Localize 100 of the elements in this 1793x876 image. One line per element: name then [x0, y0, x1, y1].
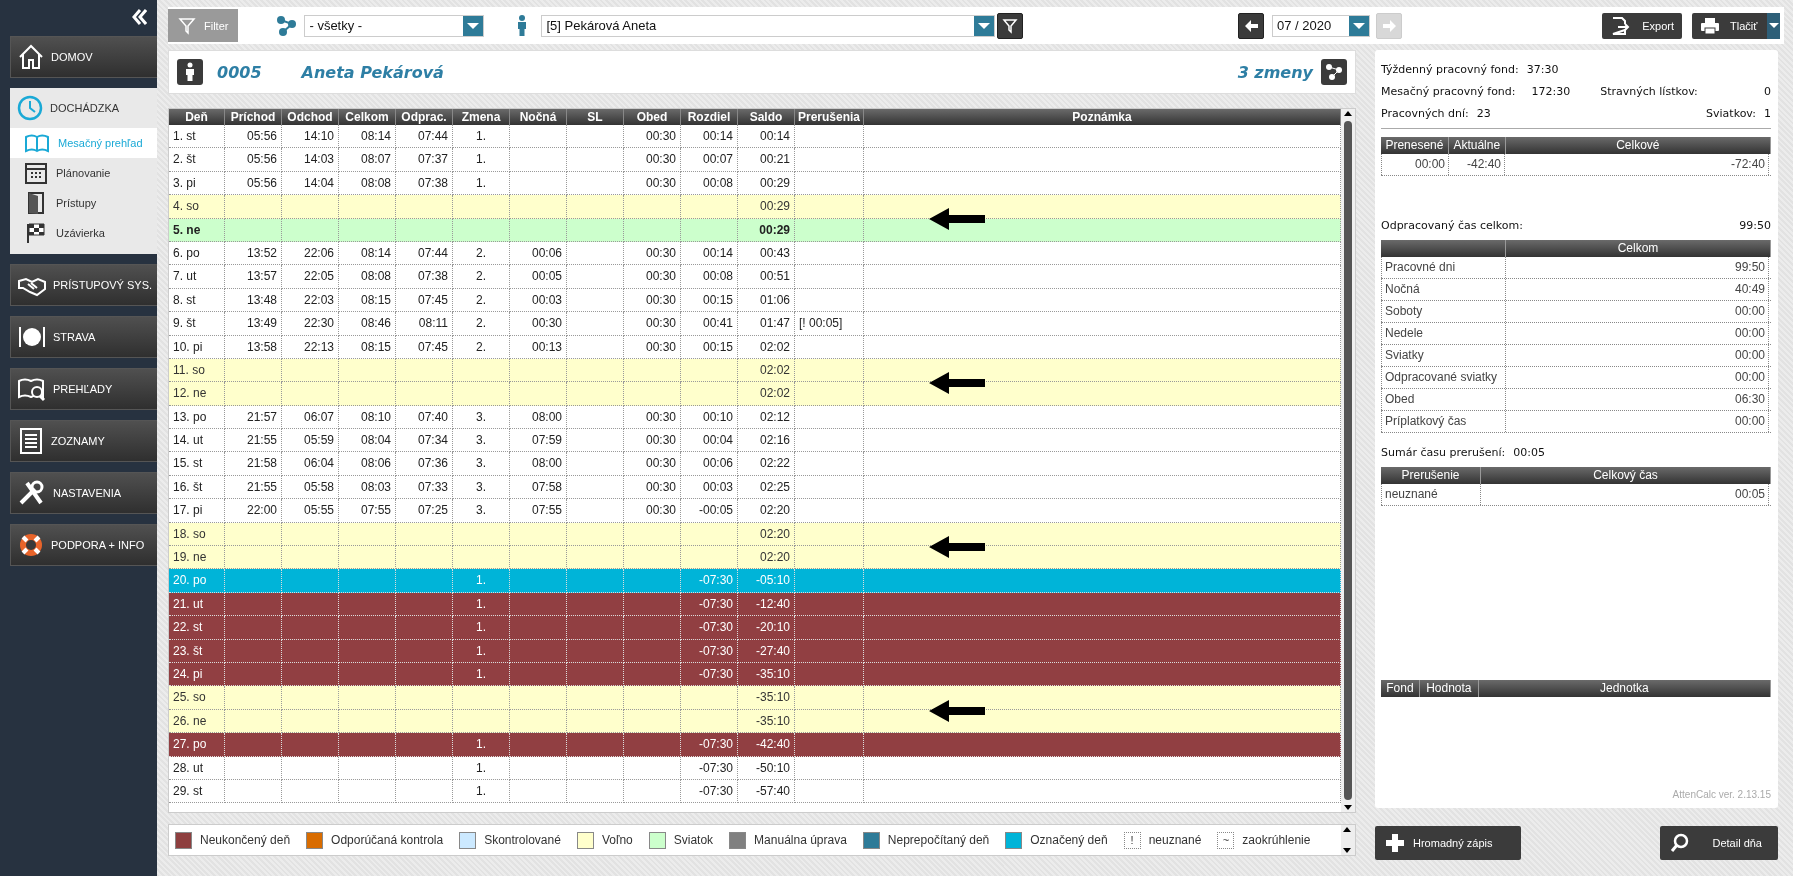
- table-cell: 00:30: [645, 456, 676, 471]
- nav-item[interactable]: PRÍSTUPOVÝ SYS.: [10, 264, 157, 306]
- nav-subitem[interactable]: Uzávierka: [10, 218, 157, 248]
- table-cell: Obed: [1385, 392, 1415, 406]
- table-cell: 15. st: [173, 456, 203, 471]
- filter-button[interactable]: [997, 12, 1024, 39]
- table-cell: 22:00: [246, 503, 277, 518]
- shifts-button[interactable]: [1321, 59, 1347, 85]
- table-row[interactable]: 16. št 21:55 05:58 08:03 07:33 3. 07:58 00:30 00:03 02:25: [169, 475, 1341, 500]
- day-detail-button[interactable]: Detail dňa: [1660, 826, 1778, 860]
- legend-label: Manuálna úprava: [754, 833, 847, 847]
- table-cell: 28. ut: [173, 760, 204, 775]
- table-row[interactable]: 14. ut 21:55 05:59 08:04 07:34 3. 07:59 00:30 00:04 02:16: [169, 429, 1341, 453]
- table-cell: Sviatky: [1385, 348, 1424, 362]
- table-row[interactable]: 8. st 13:48 22:03 08:15 07:45 2. 00:03 00:30 00:15 01:06: [169, 288, 1341, 313]
- table-cell: 08:07: [360, 152, 391, 167]
- table-cell: 00:30: [645, 433, 676, 448]
- table-cell: 02:20: [759, 526, 790, 541]
- table-cell: 17. pi: [173, 503, 203, 518]
- table-row[interactable]: 11. so 02:02: [169, 358, 1341, 383]
- previous-month-button[interactable]: [1238, 12, 1264, 39]
- nav-item[interactable]: DOCHÁDZKA: [10, 88, 157, 128]
- table-row[interactable]: 28. ut 1. -07:30 -50:10: [169, 756, 1341, 780]
- network-icon: [276, 14, 299, 37]
- table-cell: 1.: [476, 129, 486, 143]
- stat-label: Odpracovaný čas celkom:: [1381, 218, 1523, 232]
- table-cell: 13:58: [246, 339, 277, 354]
- nav-item[interactable]: DOMOV: [10, 36, 157, 78]
- caret-icon: [978, 22, 991, 29]
- table-row[interactable]: 22. st 1. -07:30 -20:10: [169, 616, 1341, 640]
- table-row[interactable]: 18. so 02:20: [169, 522, 1341, 547]
- export-icon: [1610, 15, 1630, 36]
- employee-name: Aneta Pekárová: [301, 62, 444, 82]
- table-cell: 00:00: [1734, 304, 1765, 318]
- table-row[interactable]: 19. ne 02:20: [169, 546, 1341, 570]
- legend-label: Skontrolované: [484, 833, 561, 847]
- table-row[interactable]: 12. ne 02:02: [169, 382, 1341, 406]
- table-cell: 2.: [476, 269, 486, 284]
- employee-select[interactable]: [5] Pekárová Aneta: [541, 14, 996, 37]
- nav-item[interactable]: STRAVA: [10, 316, 157, 358]
- table-cell: 02:20: [759, 503, 790, 518]
- table-cell: 08:10: [360, 409, 391, 424]
- bulk-entry-button[interactable]: Hromadný zápis: [1375, 826, 1521, 860]
- table-row[interactable]: 10. pi 13:58 22:13 08:15 07:45 2. 00:13 00:30 00:15 02:02: [169, 335, 1341, 359]
- table-cell: 1.: [476, 737, 486, 752]
- stat-label: Týždenný pracovný fond:: [1381, 62, 1519, 76]
- table-row[interactable]: 26. ne -35:10: [169, 709, 1341, 734]
- shift-count: 3 zmeny: [1237, 62, 1313, 82]
- table-cell: 27. po: [173, 737, 207, 752]
- table-cell: 3.: [476, 456, 486, 471]
- table-row[interactable]: 4. so 00:29: [169, 195, 1341, 219]
- table-row[interactable]: 9. št 13:49 22:30 08:46 08:11 2. 00:30 00:30 00:41 01:47 [! 00:05]: [169, 312, 1341, 336]
- table-cell: -07:30: [698, 760, 733, 775]
- group-select[interactable]: - všetky -: [304, 14, 485, 37]
- table-cell: 00:30: [531, 316, 562, 331]
- table-row[interactable]: 25. so -35:10: [169, 686, 1341, 710]
- table-cell: -42:40: [1466, 157, 1501, 171]
- stat-label: Mesačný pracovný fond:: [1381, 84, 1516, 98]
- table-row[interactable]: 2. št 05:56 14:03 08:07 07:37 1. 00:30 00:07 00:21: [169, 148, 1341, 172]
- scrollbar[interactable]: [1341, 109, 1355, 812]
- table-row[interactable]: 17. pi 22:00 05:55 07:55 07:25 3. 07:55 00:30 -00:05 02:20: [169, 499, 1341, 523]
- scrollbar[interactable]: [1341, 825, 1355, 855]
- table-cell: 00:13: [531, 339, 562, 354]
- table-cell: 21:55: [246, 433, 277, 448]
- table-cell: 2.: [476, 292, 486, 307]
- print-button[interactable]: Tlačiť: [1692, 12, 1780, 39]
- table-cell: -07:30: [698, 737, 733, 752]
- table-row[interactable]: 29. st 1. -07:30 -57:40: [169, 779, 1341, 804]
- table-cell: 10. pi: [173, 339, 203, 354]
- table-row[interactable]: 5. ne 00:29: [169, 218, 1341, 242]
- table-cell: 3. pi: [173, 175, 196, 190]
- list-icon: [17, 427, 45, 455]
- table-row[interactable]: 1. st 05:56 14:10 08:14 07:44 1. 00:30 00:14 00:14: [169, 125, 1341, 149]
- table-cell: 08:11: [418, 316, 448, 331]
- nav-subitem[interactable]: Plánovanie: [10, 158, 157, 188]
- table-row[interactable]: 21. ut 1. -07:30 -12:40: [169, 592, 1341, 617]
- table-row[interactable]: 15. st 21:58 06:04 08:06 07:36 3. 08:00 00:30 00:06 02:22: [169, 452, 1341, 476]
- nav-subitem[interactable]: Prístupy: [10, 188, 157, 218]
- table-row[interactable]: 7. ut 13:57 22:05 08:08 07:38 2. 00:05 00:30 00:08 00:51: [169, 265, 1341, 289]
- table-cell: 1.: [476, 596, 486, 611]
- nav-item[interactable]: PODPORA + INFO: [10, 524, 157, 566]
- table-cell: 08:46: [360, 316, 391, 331]
- table-row[interactable]: 3. pi 05:56 14:04 08:08 07:38 1. 00:30 00:08 00:29: [169, 171, 1341, 196]
- table-row[interactable]: 24. pi 1. -07:30 -35:10: [169, 663, 1341, 687]
- table-row[interactable]: 6. po 13:52 22:06 08:14 07:44 2. 00:06 00:30 00:14 00:43: [169, 241, 1341, 266]
- nav-item[interactable]: PREHĽADY: [10, 368, 157, 410]
- table-cell: 21:58: [246, 456, 277, 471]
- table-row[interactable]: 23. št 1. -07:30 -27:40: [169, 639, 1341, 663]
- table-cell: 1.: [476, 783, 486, 798]
- nav-item[interactable]: NASTAVENIA: [10, 472, 157, 514]
- table-row[interactable]: 13. po 21:57 06:07 08:10 07:40 3. 08:00 00:30 00:10 02:12: [169, 405, 1341, 430]
- table-cell: 21:57: [246, 409, 277, 424]
- table-cell: -07:30: [698, 596, 733, 611]
- month-select[interactable]: 07 / 2020: [1272, 14, 1370, 37]
- table-cell: 1.: [476, 760, 486, 775]
- table-row[interactable]: 27. po 1. -07:30 -42:40: [169, 733, 1341, 757]
- collapse-chevron-icon[interactable]: [131, 8, 147, 26]
- nav-item[interactable]: ZOZNAMY: [10, 420, 157, 462]
- table-cell: 06:07: [303, 409, 334, 424]
- export-button[interactable]: Export: [1602, 12, 1682, 39]
